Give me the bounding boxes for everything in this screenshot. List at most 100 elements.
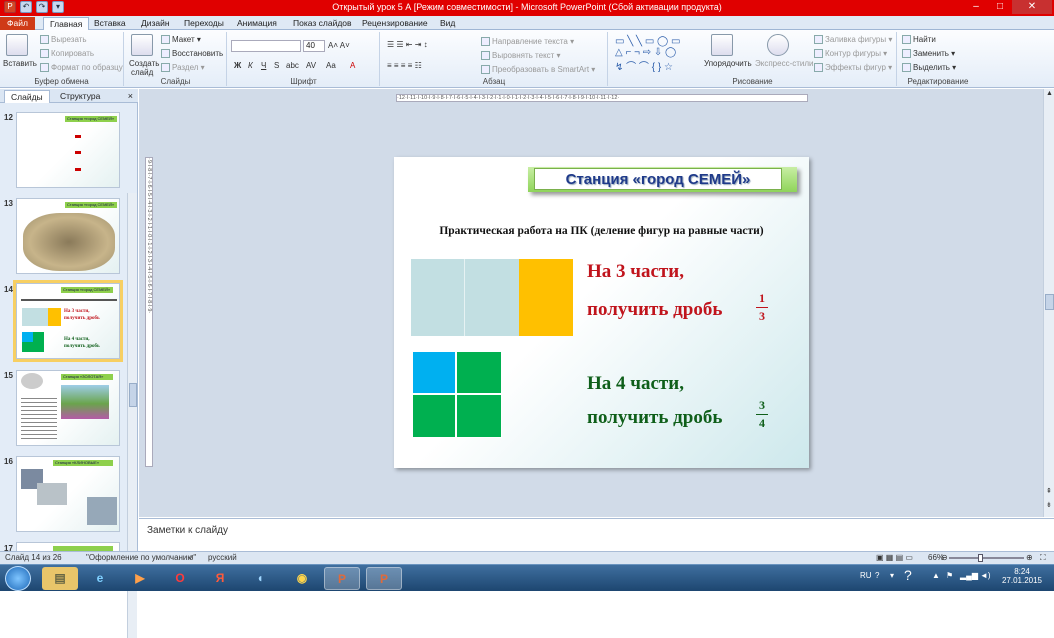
- sound-taskbar-icon[interactable]: ◖: [242, 567, 278, 590]
- part1-line2[interactable]: получить дробь: [587, 299, 722, 321]
- section-button[interactable]: Раздел ▾: [161, 63, 205, 73]
- zoom-slider[interactable]: [949, 554, 1024, 562]
- next-slide-icon[interactable]: ⇟: [1046, 501, 1052, 509]
- media-taskbar-icon[interactable]: ▶: [122, 567, 158, 590]
- arrange-button[interactable]: Упорядочить: [704, 59, 752, 68]
- shape-cell-yellow[interactable]: [519, 259, 573, 336]
- tray-expand-icon[interactable]: ▲: [932, 571, 940, 580]
- part2-line2[interactable]: получить дробь: [587, 407, 722, 429]
- tab-transitions[interactable]: Переходы: [184, 17, 224, 30]
- shadow-button[interactable]: S: [274, 61, 279, 70]
- slide-thumbnail-15[interactable]: Станция «ЗОЛОТАЯ»: [16, 370, 120, 446]
- help-circle-icon[interactable]: ?: [904, 567, 912, 583]
- volume-icon[interactable]: ◄): [980, 571, 991, 580]
- close-button[interactable]: ✕: [1012, 0, 1052, 14]
- language-status[interactable]: русский: [208, 553, 237, 562]
- new-slide-button[interactable]: Создать: [129, 59, 159, 68]
- tray-arrow-icon[interactable]: ▾: [890, 571, 894, 580]
- quick-styles-icon[interactable]: [767, 34, 789, 56]
- slide-thumbnail-13[interactable]: Станция «город СЕМЕЙ»: [16, 198, 120, 274]
- font-color-button[interactable]: A: [350, 61, 355, 70]
- zoom-slider-knob[interactable]: [978, 554, 983, 562]
- clock[interactable]: 8:24 27.01.2015: [994, 567, 1050, 585]
- italic-button[interactable]: К: [248, 61, 253, 70]
- view-buttons[interactable]: ▣ ▦ ▤ ▭: [876, 553, 913, 562]
- tab-file[interactable]: Файл: [0, 17, 35, 30]
- select-button[interactable]: Выделить ▾: [902, 63, 956, 73]
- slide-subtitle[interactable]: Практическая работа на ПК (деление фигур…: [394, 225, 809, 237]
- spellcheck-icon[interactable]: ✓: [188, 553, 195, 562]
- find-button[interactable]: Найти: [902, 35, 936, 45]
- layout-button[interactable]: Макет ▾: [161, 35, 201, 45]
- shape-cell-2[interactable]: [465, 259, 519, 336]
- yandex-taskbar-icon[interactable]: Я: [202, 567, 238, 590]
- powerpoint-taskbar-icon[interactable]: P: [324, 567, 360, 590]
- tab-home[interactable]: Главная: [43, 17, 90, 30]
- shape-outline-button[interactable]: Контур фигуры ▾: [814, 49, 887, 59]
- font-grow-icon[interactable]: A˄ A˅: [328, 41, 350, 50]
- maximize-button[interactable]: □: [988, 0, 1012, 14]
- flag-icon[interactable]: ⚑: [946, 571, 953, 580]
- theme-name[interactable]: "Оформление по умолчанию": [86, 553, 196, 562]
- tab-slides-panel[interactable]: Слайды: [4, 90, 50, 103]
- font-family-box[interactable]: [231, 40, 301, 52]
- chrome-taskbar-icon[interactable]: ◉: [284, 567, 320, 590]
- bullets-button[interactable]: ☰ ☰ ⇤ ⇥ ↕: [387, 40, 428, 49]
- slide-canvas[interactable]: Станция «город СЕМЕЙ» Практическая работ…: [394, 157, 809, 468]
- zoom-out-icon[interactable]: ⊖: [941, 553, 948, 562]
- keyboard-language[interactable]: RU: [860, 571, 872, 580]
- format-painter-button[interactable]: Формат по образцу: [40, 63, 123, 73]
- smartart-button[interactable]: Преобразовать в SmartArt ▾: [481, 65, 595, 75]
- reset-button[interactable]: Восстановить: [161, 49, 223, 59]
- editor-scroll-thumb[interactable]: [1045, 294, 1054, 310]
- font-size-box[interactable]: 40: [303, 40, 325, 52]
- prev-slide-icon[interactable]: ⇞: [1046, 487, 1052, 495]
- panel-scroll-thumb[interactable]: [129, 383, 137, 407]
- case-button[interactable]: Aa: [326, 61, 336, 70]
- tab-review[interactable]: Рецензирование: [362, 17, 428, 30]
- align-text-button[interactable]: Выровнять текст ▾: [481, 51, 561, 61]
- tab-view[interactable]: Вид: [440, 17, 455, 30]
- panel-close-icon[interactable]: ×: [128, 91, 133, 101]
- align-buttons[interactable]: ≡ ≡ ≡ ≡ ☷: [387, 61, 422, 70]
- new-slide-icon[interactable]: [131, 34, 153, 56]
- replace-button[interactable]: Заменить ▾: [902, 49, 955, 59]
- shape-cell-green-1[interactable]: [456, 351, 502, 394]
- shape-cell-blue[interactable]: [412, 351, 456, 394]
- new-slide-label[interactable]: слайд: [131, 68, 153, 77]
- spacing-button[interactable]: AV: [306, 61, 316, 70]
- minimize-button[interactable]: –: [964, 0, 988, 14]
- shapes-gallery[interactable]: ▭ ╲ ╲ ▭ ◯ ▭ △ ⌐ ¬ ⇨ ⇩ ◯ ↯ ⌒ ⌒ { } ☆: [615, 36, 680, 73]
- part2-line1[interactable]: На 4 части,: [587, 373, 684, 395]
- tab-animation[interactable]: Анимация: [237, 17, 277, 30]
- start-button[interactable]: [5, 566, 31, 591]
- shape-cell-green-3[interactable]: [456, 394, 502, 438]
- slide-thumbnail-16[interactable]: Станция «КЛИНОВЫЕ»: [16, 456, 120, 532]
- zoom-in-icon[interactable]: ⊕: [1026, 553, 1033, 562]
- cut-button[interactable]: Вырезать: [40, 35, 87, 45]
- quick-styles-button[interactable]: Экспресс-стили: [755, 59, 814, 68]
- scroll-up-icon[interactable]: ▲: [1046, 90, 1053, 97]
- opera-taskbar-icon[interactable]: O: [162, 567, 198, 590]
- fit-slide-icon[interactable]: ⛶: [1040, 553, 1046, 563]
- notes-pane[interactable]: Заметки к слайду: [139, 518, 1054, 551]
- tab-outline-panel[interactable]: Структура: [60, 91, 100, 101]
- part1-line1[interactable]: На 3 части,: [587, 261, 684, 283]
- ie-taskbar-icon[interactable]: e: [82, 567, 118, 590]
- text-direction-button[interactable]: Направление текста ▾: [481, 37, 574, 47]
- shape-fill-button[interactable]: Заливка фигуры ▾: [814, 35, 892, 45]
- help-icon[interactable]: ?: [875, 571, 879, 580]
- powerpoint-taskbar-icon-2[interactable]: P: [366, 567, 402, 590]
- arrange-icon[interactable]: [711, 34, 733, 56]
- shape-cell-green-2[interactable]: [412, 394, 456, 438]
- editor-scrollbar[interactable]: ▲ ⇞ ⇟: [1043, 89, 1054, 517]
- shape-effects-button[interactable]: Эффекты фигур ▾: [814, 63, 892, 73]
- tab-design[interactable]: Дизайн: [141, 17, 170, 30]
- paste-button[interactable]: Вставить: [3, 59, 37, 68]
- slide-thumbnail-12[interactable]: Станция «город СЕМЕЙ»: [16, 112, 120, 188]
- shape-cell-1[interactable]: [411, 259, 465, 336]
- network-icon[interactable]: ▂▄▆: [960, 571, 978, 580]
- paste-icon[interactable]: [6, 34, 28, 56]
- underline-button[interactable]: Ч: [261, 61, 266, 70]
- slide-thumbnail-14[interactable]: Станция «город СЕМЕЙ» На 3 части, получит…: [13, 280, 123, 362]
